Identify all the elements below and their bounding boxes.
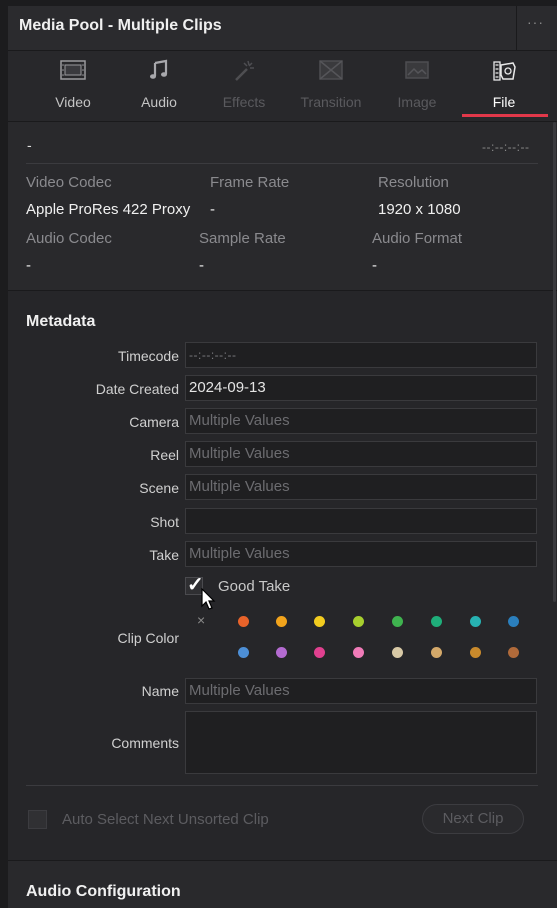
panel-title: Media Pool - Multiple Clips [19, 17, 222, 34]
comments-field[interactable] [185, 711, 537, 774]
tab-file[interactable]: File [464, 51, 544, 119]
title-separator [516, 6, 517, 50]
reel-field[interactable]: Multiple Values [185, 441, 537, 467]
camera-field[interactable]: Multiple Values [185, 408, 537, 434]
transition-icon [318, 59, 344, 86]
divider [26, 785, 538, 786]
tab-transition[interactable]: Transition [291, 51, 371, 119]
metadata-heading: Metadata [26, 313, 96, 330]
camera-label: Camera [129, 414, 179, 430]
date-created-label: Date Created [95, 381, 179, 397]
scene-label: Scene [139, 480, 179, 496]
clip-name-value: - [27, 137, 32, 153]
resolution-label: Resolution [378, 174, 449, 191]
audio-codec-value: - [26, 257, 31, 274]
scrollbar[interactable] [553, 122, 556, 602]
inspector-tabs: Video Audio Effects Transition Image Fil… [8, 51, 557, 122]
tab-effects[interactable]: Effects [204, 51, 284, 119]
active-tab-indicator [462, 114, 548, 117]
clip-color-swatch[interactable] [431, 616, 442, 627]
auto-select-label: Auto Select Next Unsorted Clip [62, 811, 269, 828]
clip-color-swatch[interactable] [508, 616, 519, 627]
music-note-icon [148, 59, 170, 86]
tab-label: Transition [300, 94, 362, 110]
frame-rate-label: Frame Rate [210, 174, 290, 191]
clip-color-swatch[interactable] [238, 616, 249, 627]
tab-video[interactable]: Video [33, 51, 113, 119]
film-frame-icon [60, 59, 86, 86]
frame-rate-value: - [210, 201, 215, 218]
clip-color-swatch[interactable] [392, 647, 403, 658]
title-bar: Media Pool - Multiple Clips [8, 6, 557, 51]
timecode-field[interactable]: --:--:--:-- [185, 342, 537, 368]
name-label: Name [141, 683, 179, 699]
audio-format-value: - [372, 257, 377, 274]
image-icon [404, 59, 430, 86]
shot-label: Shot [150, 514, 179, 530]
video-codec-value: Apple ProRes 422 Proxy [26, 201, 191, 218]
clear-color-icon[interactable]: × [197, 612, 205, 628]
audio-configuration-heading: Audio Configuration [26, 883, 181, 900]
source-timecode: --:--:--:-- [482, 140, 530, 154]
tab-audio[interactable]: Audio [119, 51, 199, 119]
magic-wand-icon [232, 59, 256, 88]
clip-color-swatch[interactable] [353, 616, 364, 627]
clip-color-swatch[interactable] [276, 616, 287, 627]
file-info-icon [491, 59, 517, 88]
clip-color-swatch[interactable] [392, 616, 403, 627]
take-label: Take [149, 547, 179, 563]
sample-rate-value: - [199, 257, 204, 274]
tab-label: Video [55, 94, 91, 110]
resolution-value: 1920 x 1080 [378, 201, 461, 218]
take-field[interactable]: Multiple Values [185, 541, 537, 567]
clip-color-swatch[interactable] [470, 647, 481, 658]
clip-color-swatch[interactable] [508, 647, 519, 658]
tab-label: Audio [141, 94, 177, 110]
auto-select-checkbox[interactable] [28, 810, 47, 829]
clip-color-swatch[interactable] [353, 647, 364, 658]
more-dots-icon[interactable]: ··· [527, 14, 544, 30]
date-created-field[interactable]: 2024-09-13 [185, 375, 537, 401]
tab-label: File [492, 94, 516, 110]
clip-color-swatch[interactable] [314, 616, 325, 627]
timecode-label: Timecode [118, 348, 179, 364]
clip-color-label: Clip Color [117, 630, 179, 646]
clip-color-swatch[interactable] [276, 647, 287, 658]
clip-color-swatch[interactable] [314, 647, 325, 658]
clip-color-swatch[interactable] [470, 616, 481, 627]
divider [26, 163, 538, 164]
scene-field[interactable]: Multiple Values [185, 474, 537, 500]
clip-color-swatch[interactable] [431, 647, 442, 658]
comments-label: Comments [111, 735, 179, 751]
good-take-label: Good Take [218, 578, 291, 595]
tab-image[interactable]: Image [377, 51, 457, 119]
reel-label: Reel [150, 447, 179, 463]
audio-codec-label: Audio Codec [26, 230, 112, 247]
shot-field[interactable] [185, 508, 537, 534]
name-field[interactable]: Multiple Values [185, 678, 537, 704]
audio-format-label: Audio Format [372, 230, 463, 247]
video-codec-label: Video Codec [26, 174, 112, 191]
sample-rate-label: Sample Rate [199, 230, 286, 247]
clip-color-swatch[interactable] [238, 647, 249, 658]
tab-label: Effects [222, 94, 266, 110]
tab-label: Image [397, 94, 437, 110]
next-clip-button[interactable]: Next Clip [422, 804, 524, 834]
